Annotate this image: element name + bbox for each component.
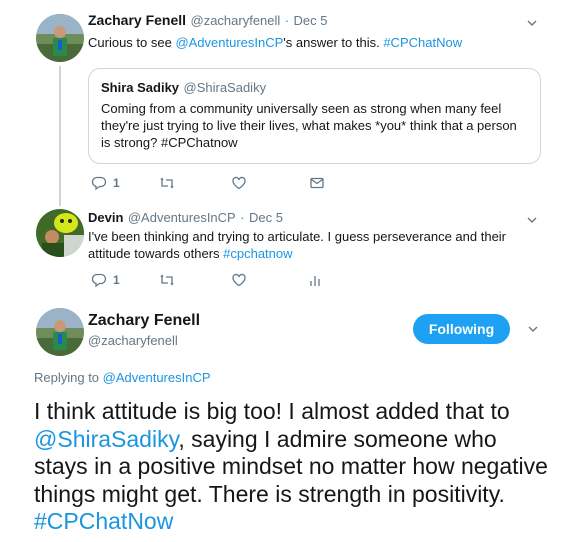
retweet-button[interactable] xyxy=(159,272,175,288)
quoted-author-handle: @ShiraSadiky xyxy=(183,80,267,95)
mention-link[interactable]: @ShiraSadiky xyxy=(34,426,178,452)
reply-button[interactable]: 1 xyxy=(91,272,120,288)
thread-line xyxy=(59,66,61,206)
separator-dot: · xyxy=(240,210,245,225)
text-part: 's answer to this. xyxy=(283,35,384,50)
author-handle[interactable]: @zacharyfenell xyxy=(191,13,281,28)
hashtag-link[interactable]: #CPChatNow xyxy=(34,508,173,534)
separator-dot: · xyxy=(284,13,290,28)
avatar-zachary[interactable] xyxy=(36,308,84,356)
mention-link[interactable]: @AdventuresInCP xyxy=(175,35,283,50)
avatar-devin[interactable] xyxy=(36,209,84,257)
text-part: Curious to see xyxy=(88,35,176,50)
analytics-button[interactable] xyxy=(307,272,323,288)
text-part: I've been thinking and trying to articul… xyxy=(88,229,507,261)
author-name[interactable]: Zachary Fenell xyxy=(88,12,186,28)
retweet-icon xyxy=(159,175,175,191)
chevron-down-icon[interactable] xyxy=(527,18,537,28)
quoted-text: Coming from a community universally seen… xyxy=(101,101,517,150)
analytics-icon xyxy=(307,272,323,288)
main-tweet-text: I think attitude is big too! I almost ad… xyxy=(34,398,554,536)
tweet-actions: 1 xyxy=(91,175,325,191)
hashtag-link[interactable]: #CPChatNow xyxy=(383,35,462,50)
author-name[interactable]: Zachary Fenell xyxy=(88,312,200,330)
tweet-devin-reply[interactable]: Devin @AdventuresInCP · Dec 5 I've been … xyxy=(0,200,575,296)
like-button[interactable] xyxy=(231,272,247,288)
text-part: I think attitude is big too! I almost ad… xyxy=(34,398,510,424)
reply-count: 1 xyxy=(113,176,120,190)
tweet-text: I've been thinking and trying to articul… xyxy=(88,228,528,262)
chevron-down-icon[interactable] xyxy=(527,215,537,225)
tweet-text: Curious to see @AdventuresInCP's answer … xyxy=(88,34,548,51)
tweet-date[interactable]: Dec 5 xyxy=(294,13,328,28)
replying-prefix: Replying to xyxy=(34,370,103,385)
heart-icon xyxy=(231,175,247,191)
reply-icon xyxy=(91,175,107,191)
direct-message-button[interactable] xyxy=(309,175,325,191)
author-handle[interactable]: @AdventuresInCP xyxy=(128,210,236,225)
reply-icon xyxy=(91,272,107,288)
chevron-down-icon[interactable] xyxy=(528,324,538,334)
reply-button[interactable]: 1 xyxy=(91,175,120,191)
author-name[interactable]: Devin xyxy=(88,210,123,225)
avatar-zachary[interactable] xyxy=(36,14,84,62)
quoted-tweet[interactable]: Shira Sadiky @ShiraSadiky Coming from a … xyxy=(88,68,541,164)
retweet-icon xyxy=(159,272,175,288)
like-button[interactable] xyxy=(231,175,247,191)
tweet-zachary-quote[interactable]: Zachary Fenell @zacharyfenell · Dec 5 Cu… xyxy=(0,0,575,206)
author-handle[interactable]: @zacharyfenell xyxy=(88,333,178,348)
following-button[interactable]: Following xyxy=(413,314,510,344)
reply-count: 1 xyxy=(113,273,120,287)
hashtag-link[interactable]: #cpchatnow xyxy=(223,246,292,261)
replying-to-line: Replying to @AdventuresInCP xyxy=(34,370,211,385)
quoted-author-name: Shira Sadiky xyxy=(101,80,180,95)
envelope-icon xyxy=(309,175,325,191)
replying-to-link[interactable]: @AdventuresInCP xyxy=(103,370,211,385)
tweet-date[interactable]: Dec 5 xyxy=(249,210,283,225)
retweet-button[interactable] xyxy=(159,175,175,191)
heart-icon xyxy=(231,272,247,288)
tweet-actions: 1 xyxy=(91,272,323,288)
